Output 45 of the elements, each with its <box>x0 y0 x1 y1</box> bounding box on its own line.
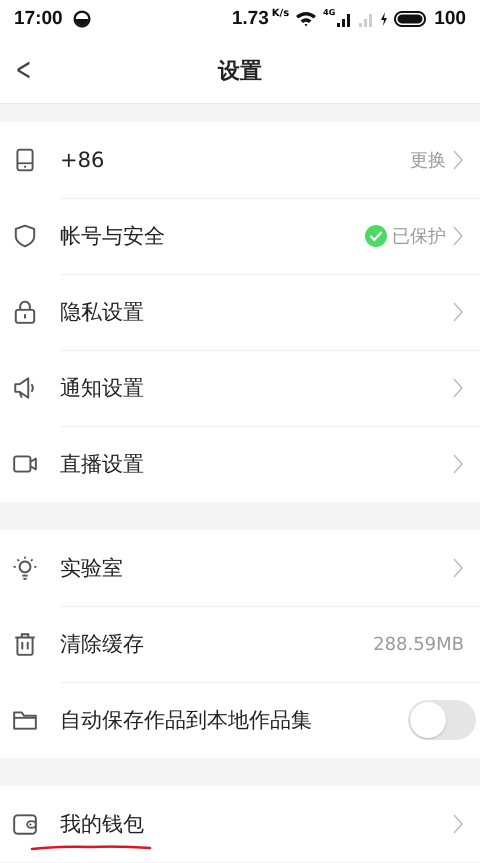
settings-row[interactable]: 帐号与安全 已保护 <box>0 198 480 274</box>
setting-label: 帐号与安全 <box>60 223 165 250</box>
check-icon <box>365 225 387 247</box>
setting-value: 已保护 <box>392 225 446 248</box>
setting-label: 自动保存作品到本地作品集 <box>60 707 312 734</box>
lightbulb-icon <box>12 555 38 581</box>
signal-icon <box>336 11 352 27</box>
setting-value: 288.59MB <box>373 634 464 654</box>
network-speed: 1.73 <box>232 8 269 30</box>
speed-unit: K/s <box>272 8 290 19</box>
toggle-switch[interactable] <box>408 700 476 740</box>
chevron-right-icon <box>452 377 464 399</box>
page-title: 设置 <box>218 58 262 86</box>
setting-label: 实验室 <box>60 555 123 582</box>
chevron-right-icon <box>452 301 464 323</box>
chevron-right-icon <box>452 557 464 579</box>
battery-icon <box>394 11 428 27</box>
shield-icon <box>12 223 38 249</box>
settings-row[interactable]: 我的钱包 <box>0 786 480 862</box>
settings-row[interactable]: 直播设置 <box>0 426 480 502</box>
settings-row[interactable]: 实验室 <box>0 530 480 606</box>
back-button[interactable]: < <box>12 50 34 88</box>
setting-label: 我的钱包 <box>60 811 144 838</box>
setting-label: 直播设置 <box>60 451 144 478</box>
settings-row[interactable]: +86 更换 <box>0 122 480 198</box>
setting-label: +86 <box>60 148 104 172</box>
no-signal-icon <box>358 11 374 27</box>
settings-row[interactable]: 清除缓存 288.59MB <box>0 606 480 682</box>
lock-icon <box>12 299 38 325</box>
chevron-right-icon <box>452 813 464 835</box>
charging-icon <box>380 12 388 26</box>
chevron-right-icon <box>452 225 464 247</box>
setting-label: 清除缓存 <box>60 631 144 658</box>
settings-row[interactable]: 隐私设置 <box>0 274 480 350</box>
settings-row[interactable]: 通知设置 <box>0 350 480 426</box>
battery-level: 100 <box>434 8 466 30</box>
chevron-right-icon <box>452 453 464 475</box>
chevron-right-icon <box>452 149 464 171</box>
setting-value: 更换 <box>410 149 446 172</box>
wifi-icon <box>295 11 318 27</box>
setting-label: 通知设置 <box>60 375 144 402</box>
network-type: 4G <box>323 8 336 17</box>
settings-row[interactable]: 自动保存作品到本地作品集 <box>0 682 480 758</box>
clock-time: 17:00 <box>14 8 63 30</box>
setting-label: 隐私设置 <box>60 299 144 326</box>
